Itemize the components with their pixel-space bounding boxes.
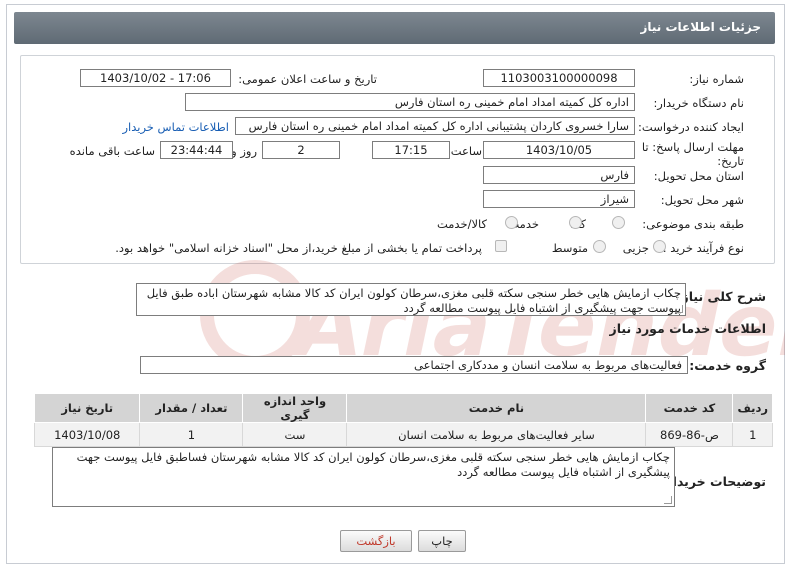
category-goods-radio[interactable] bbox=[612, 216, 625, 229]
buyer-notes-label: توضیحات خریدار: bbox=[660, 474, 766, 489]
description-label: شرح کلی نیاز: bbox=[676, 289, 766, 304]
buyer-field: اداره کل کمیته امداد امام خمینی ره استان… bbox=[185, 93, 635, 111]
city-field: شیراز bbox=[483, 190, 635, 208]
process-label: نوع فرآیند خرید : bbox=[662, 241, 744, 255]
col-need-date: تاریخ نیاز bbox=[33, 393, 141, 423]
cell-unit: ست bbox=[242, 422, 348, 447]
city-label: شهر محل تحویل: bbox=[660, 193, 744, 207]
buyer-notes-text: چکاب ازمایش هایی خطر سنجی سکته قلبی مغزی… bbox=[76, 450, 670, 479]
category-service-radio[interactable] bbox=[569, 216, 582, 229]
province-field: فارس bbox=[483, 166, 635, 184]
col-row-number: ردیف bbox=[732, 393, 773, 423]
deadline-date-field: 1403/10/05 bbox=[483, 141, 635, 159]
buyer-notes-textarea: چکاب ازمایش هایی خطر سنجی سکته قلبی مغزی… bbox=[52, 447, 675, 507]
deadline-time-field: 17:15 bbox=[372, 141, 450, 159]
cell-quantity: 1 bbox=[139, 422, 244, 447]
need-number-field: 1103003100000098 bbox=[483, 69, 635, 87]
process-medium-radio[interactable] bbox=[593, 240, 606, 253]
col-service-code: کد خدمت bbox=[645, 393, 734, 423]
cell-service-code: ص-86-869 bbox=[645, 422, 734, 447]
table-row: 1 ص-86-869 سایر فعالیت‌های مربوط به سلام… bbox=[33, 422, 773, 447]
description-textarea: چکاب ازمایش هایی خطر سنجی سکته قلبی مغزی… bbox=[136, 283, 686, 316]
process-minor-label: جزیی bbox=[622, 241, 649, 255]
service-group-label: گروه خدمت: bbox=[689, 358, 766, 373]
resize-grip-icon[interactable] bbox=[664, 496, 672, 504]
deadline-label: مهلت ارسال پاسخ: تا تاریخ: bbox=[641, 140, 744, 168]
category-label: طبقه بندی موضوعی: bbox=[642, 217, 744, 231]
table-header-row: ردیف کد خدمت نام خدمت واحد اندازه گیری ت… bbox=[33, 393, 773, 423]
remaining-time-field: 23:44:44 bbox=[160, 141, 233, 159]
remaining-label: ساعت باقی مانده bbox=[69, 144, 155, 158]
print-button[interactable]: چاپ bbox=[418, 530, 466, 552]
resize-grip-icon[interactable] bbox=[675, 305, 683, 313]
services-table: ردیف کد خدمت نام خدمت واحد اندازه گیری ت… bbox=[33, 393, 773, 447]
buyer-label: نام دستگاه خریدار: bbox=[653, 96, 744, 110]
process-medium-label: متوسط bbox=[551, 241, 588, 255]
creator-field: سارا خسروی کاردان پشتیبانی اداره کل کمیت… bbox=[235, 117, 635, 135]
services-section-title: اطلاعات خدمات مورد نیاز bbox=[609, 321, 767, 336]
treasury-payment-checkbox[interactable] bbox=[495, 240, 507, 252]
back-button[interactable]: بازگشت bbox=[340, 530, 412, 552]
cell-row-number: 1 bbox=[732, 422, 773, 447]
contact-buyer-link[interactable]: اطلاعات تماس خریدار bbox=[122, 120, 229, 134]
creator-label: ایجاد کننده درخواست: bbox=[638, 120, 744, 134]
announce-datetime-field: 1403/10/02 - 17:06 bbox=[80, 69, 231, 87]
page-title: جزئیات اطلاعات نیاز bbox=[14, 12, 775, 44]
days-label: روز و bbox=[231, 144, 257, 158]
service-group-field: فعالیت‌های مربوط به سلامت انسان و مددکار… bbox=[140, 356, 688, 374]
province-label: استان محل تحویل: bbox=[653, 169, 744, 183]
remaining-days-field: 2 bbox=[262, 141, 340, 159]
category-goods-service-label: کالا/خدمت bbox=[436, 217, 487, 231]
category-goods-service-radio[interactable] bbox=[505, 216, 518, 229]
description-text: چکاب ازمایش هایی خطر سنجی سکته قلبی مغزی… bbox=[146, 286, 681, 315]
cell-need-date: 1403/10/08 bbox=[33, 422, 141, 447]
col-unit: واحد اندازه گیری bbox=[242, 393, 348, 423]
deadline-time-label: ساعت bbox=[450, 144, 482, 158]
cell-service-name: سایر فعالیت‌های مربوط به سلامت انسان bbox=[346, 422, 647, 447]
process-minor-radio[interactable] bbox=[653, 240, 666, 253]
col-service-name: نام خدمت bbox=[346, 393, 647, 423]
col-quantity: تعداد / مقدار bbox=[139, 393, 244, 423]
announce-label: تاریخ و ساعت اعلان عمومی: bbox=[238, 72, 377, 86]
need-number-label: شماره نیاز: bbox=[689, 72, 744, 86]
treasury-payment-note: پرداخت تمام یا بخشی از مبلغ خرید،از محل … bbox=[115, 241, 482, 255]
